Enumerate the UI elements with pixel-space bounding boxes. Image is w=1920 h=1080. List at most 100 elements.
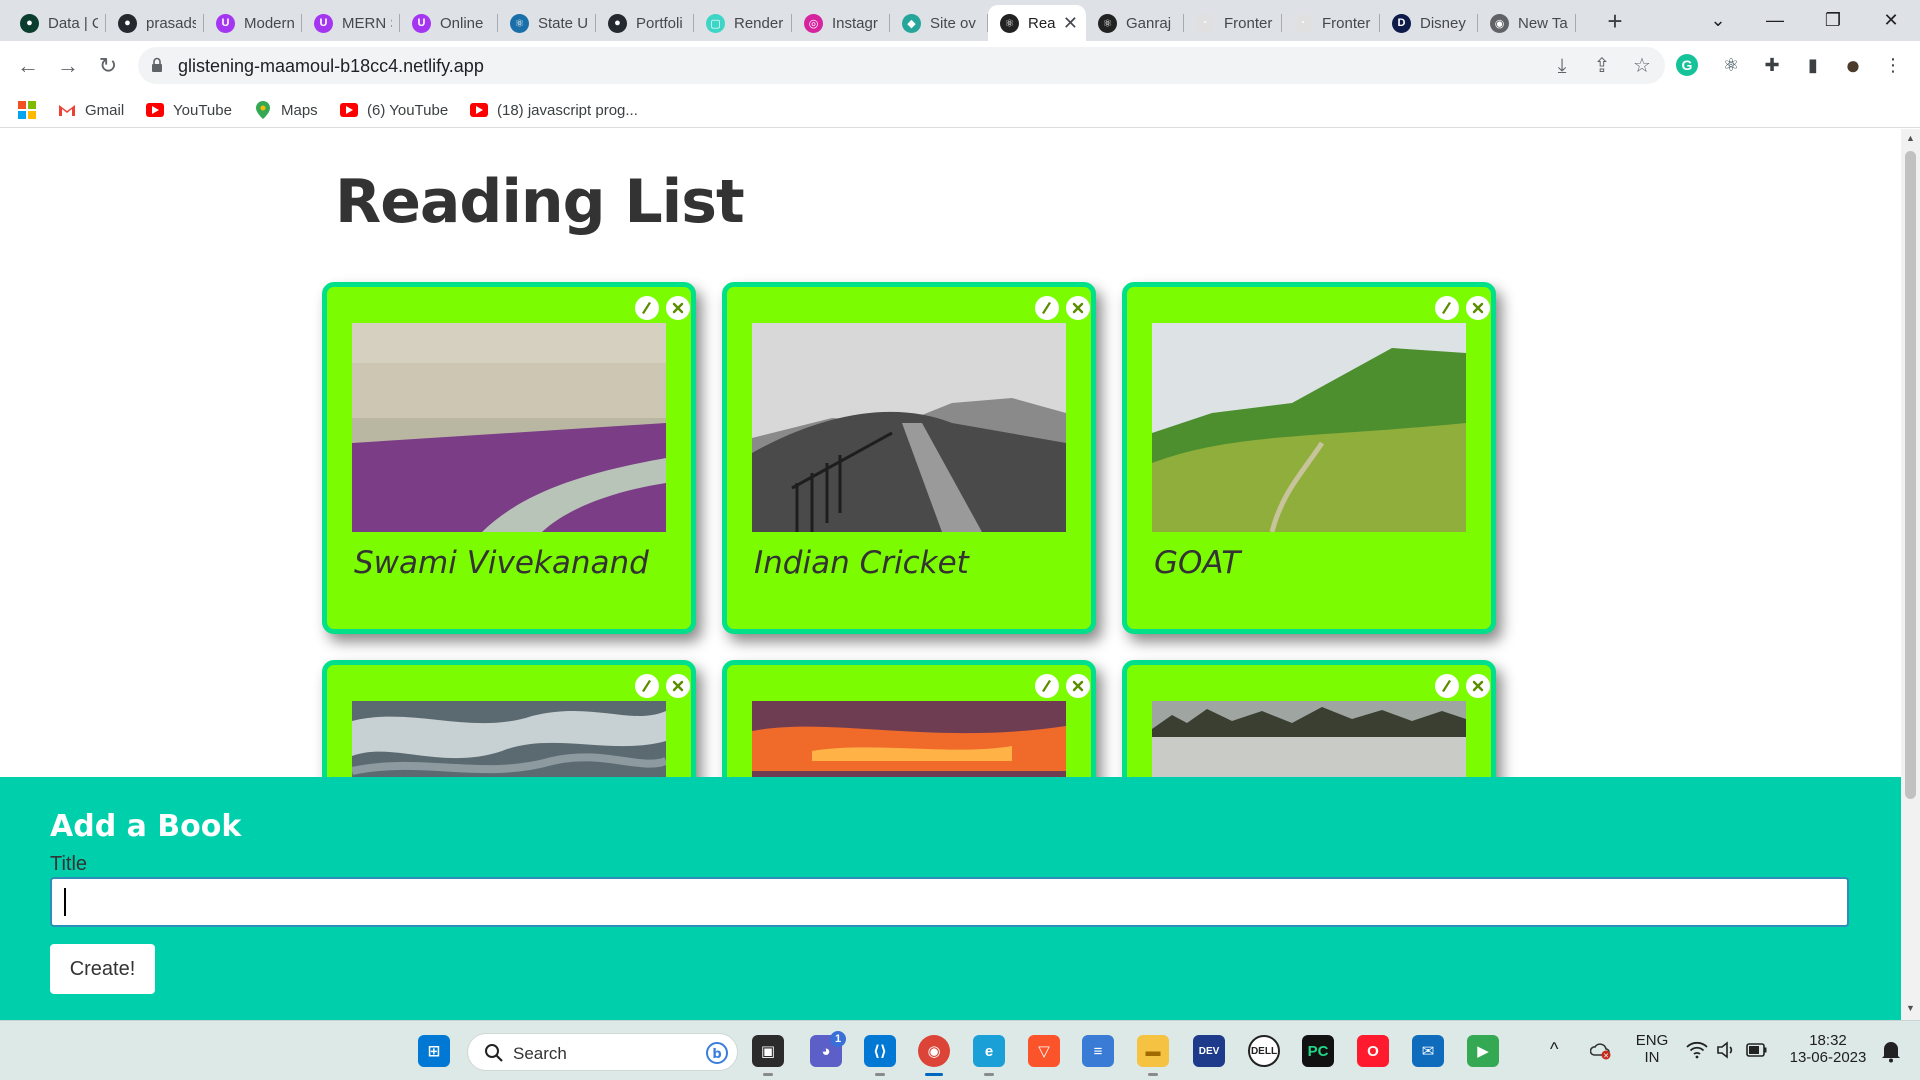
tab[interactable]: ⚛ Ganraj	[1086, 5, 1184, 41]
tab-title: Data | C	[48, 14, 98, 32]
reload-button[interactable]: ↻	[92, 50, 124, 82]
url-text[interactable]: glistening-maamoul-b18cc4.netlify.app	[178, 56, 484, 77]
meet-icon[interactable]: ▶	[1467, 1035, 1499, 1067]
tab[interactable]: ⚛ State U	[498, 5, 596, 41]
scroll-up-arrow-icon[interactable]: ▲	[1905, 133, 1916, 145]
grammarly-extension-icon[interactable]: G	[1676, 54, 1698, 76]
puzzle-extensions-icon[interactable]: ✚	[1759, 52, 1785, 78]
bookmark-item[interactable]: YouTube	[146, 99, 232, 121]
tab[interactable]: U Online	[400, 5, 498, 41]
bookmark-item[interactable]: (6) YouTube	[340, 99, 448, 121]
minimize-button[interactable]: —	[1752, 4, 1798, 36]
delete-button[interactable]	[1466, 674, 1490, 698]
bookmark-star-icon[interactable]: ☆	[1629, 53, 1655, 79]
tab[interactable]: D Disney	[1380, 5, 1478, 41]
tray-overflow-chevron-icon[interactable]: ^	[1550, 1039, 1558, 1060]
brave-icon[interactable]: ▽	[1028, 1035, 1060, 1067]
book-card: GOAT	[1122, 282, 1496, 634]
bookmark-label: (18) javascript prog...	[497, 101, 638, 119]
close-icon	[1072, 680, 1084, 692]
tab[interactable]: U MERN S	[302, 5, 400, 41]
delete-button[interactable]	[1066, 296, 1090, 320]
delete-button[interactable]	[1466, 296, 1490, 320]
page-scrollbar[interactable]: ▲ ▼	[1901, 129, 1920, 1020]
scrollbar-thumb[interactable]	[1905, 151, 1916, 799]
edit-button[interactable]	[635, 674, 659, 698]
chrome-icon[interactable]: ◉	[918, 1035, 950, 1067]
edge-icon[interactable]: e	[973, 1035, 1005, 1067]
edit-button[interactable]	[1035, 674, 1059, 698]
taskbar-search-box[interactable]: Search b	[467, 1033, 738, 1071]
react-devtools-extension-icon[interactable]: ⚛	[1718, 52, 1744, 78]
bookmarks-bar: Gmail YouTube Maps (6) YouTube (18) javascri…	[0, 91, 1920, 128]
maximize-button[interactable]: ❐	[1810, 4, 1856, 36]
bookmark-item[interactable]: Gmail	[58, 99, 124, 121]
tab[interactable]: ▢ Render	[694, 5, 792, 41]
onedrive-error-icon[interactable]: ✕	[1590, 1041, 1612, 1061]
edit-button[interactable]	[1435, 296, 1459, 320]
language-indicator[interactable]: ENG IN	[1632, 1032, 1672, 1066]
edit-button[interactable]	[1435, 674, 1459, 698]
battery-icon[interactable]	[1746, 1043, 1768, 1057]
bookmark-item[interactable]: Maps	[254, 99, 318, 121]
delete-button[interactable]	[1066, 674, 1090, 698]
start-windows-icon[interactable]: ⊞	[418, 1035, 450, 1067]
scroll-down-arrow-icon[interactable]: ▼	[1905, 1003, 1916, 1015]
vscode-icon[interactable]: ⟨⟩	[864, 1035, 896, 1067]
title-input[interactable]	[50, 877, 1849, 927]
profile-avatar-icon[interactable]: ●	[1840, 52, 1866, 78]
book-title: Indian Cricket	[754, 545, 969, 581]
notification-bell-icon[interactable]	[1880, 1039, 1902, 1063]
tab[interactable]: ● prasads	[106, 5, 204, 41]
bing-icon[interactable]: b	[706, 1042, 728, 1064]
pycharm-icon[interactable]: PC	[1302, 1035, 1334, 1067]
edit-button[interactable]	[1035, 296, 1059, 320]
add-book-heading: Add a Book	[50, 809, 242, 844]
tab[interactable]: ● Data | C	[8, 5, 106, 41]
tab[interactable]: ◎ Instagr	[792, 5, 890, 41]
volume-icon[interactable]	[1716, 1041, 1736, 1059]
text-caret	[64, 888, 66, 916]
tab[interactable]: ◆ Site ov	[890, 5, 988, 41]
tab-active[interactable]: ⚛ Rea ✕	[988, 5, 1086, 41]
kebab-menu-icon[interactable]: ⋮	[1880, 52, 1906, 78]
tab-search-button[interactable]: ⌄	[1695, 4, 1741, 36]
page-title: Reading List	[335, 167, 745, 237]
tab-favicon-icon: U	[412, 13, 431, 33]
bookmark-item[interactable]	[18, 99, 45, 121]
new-tab-button[interactable]: +	[1600, 6, 1630, 36]
bookmark-item[interactable]: (18) javascript prog...	[470, 99, 638, 121]
tab[interactable]: · Fronter	[1184, 5, 1282, 41]
share-icon[interactable]: ⇪	[1589, 53, 1615, 79]
create-button[interactable]: Create!	[50, 944, 155, 994]
clock[interactable]: 18:32 13-06-2023	[1782, 1032, 1874, 1066]
task-view-icon[interactable]: ▣	[752, 1035, 784, 1067]
tab-close-icon[interactable]: ✕	[1063, 13, 1078, 34]
opera-icon[interactable]: O	[1357, 1035, 1389, 1067]
install-app-icon[interactable]: ⤓	[1549, 53, 1575, 79]
edit-button[interactable]	[635, 296, 659, 320]
notepad-icon[interactable]: ≡	[1082, 1035, 1114, 1067]
lock-icon	[152, 57, 162, 72]
tab[interactable]: ● Portfoli	[596, 5, 694, 41]
language-code: ENG	[1635, 1032, 1669, 1049]
dev-cpp-icon[interactable]: DEV	[1193, 1035, 1225, 1067]
delete-button[interactable]	[666, 296, 690, 320]
file-explorer-icon[interactable]: ▬	[1137, 1035, 1169, 1067]
dell-icon[interactable]: DELL	[1248, 1035, 1280, 1067]
delete-button[interactable]	[666, 674, 690, 698]
mail-icon[interactable]: ✉	[1412, 1035, 1444, 1067]
tab-title: Instagr	[832, 14, 878, 32]
close-icon	[672, 302, 684, 314]
address-bar[interactable]: glistening-maamoul-b18cc4.netlify.app ⤓ …	[138, 47, 1665, 84]
tab[interactable]: · Fronter	[1282, 5, 1380, 41]
tab[interactable]: ◉ New Ta	[1478, 5, 1576, 41]
close-window-button[interactable]: ✕	[1868, 4, 1914, 36]
wifi-icon[interactable]	[1686, 1041, 1708, 1059]
sidepanel-icon[interactable]: ▮	[1800, 52, 1826, 78]
forward-button[interactable]: →	[52, 50, 84, 82]
windows-taskbar: Search b ⊞ ▣ ◕ 1 ⟨⟩ ◉ e ▽ ≡ ▬ DEV DELL PC O ✉ ▶ ^ ✕ ENG…	[0, 1020, 1920, 1080]
tab[interactable]: U Modern	[204, 5, 302, 41]
tab-favicon-icon: ⚛	[510, 13, 529, 33]
back-button[interactable]: ←	[12, 50, 44, 82]
